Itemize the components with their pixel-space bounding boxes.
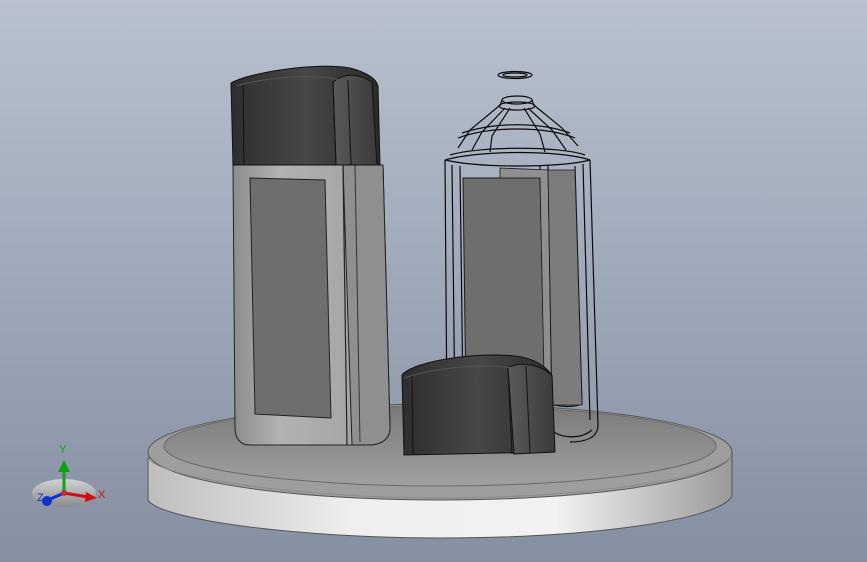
loose-cap[interactable] [401, 354, 556, 456]
model-view[interactable] [0, 0, 867, 562]
x-axis-label: X [98, 489, 106, 501]
graphics-viewport[interactable]: Y X Z [0, 0, 867, 562]
tall-bottle[interactable] [230, 65, 391, 446]
z-axis-label: Z [37, 492, 44, 504]
y-axis-label: Y [59, 444, 67, 456]
